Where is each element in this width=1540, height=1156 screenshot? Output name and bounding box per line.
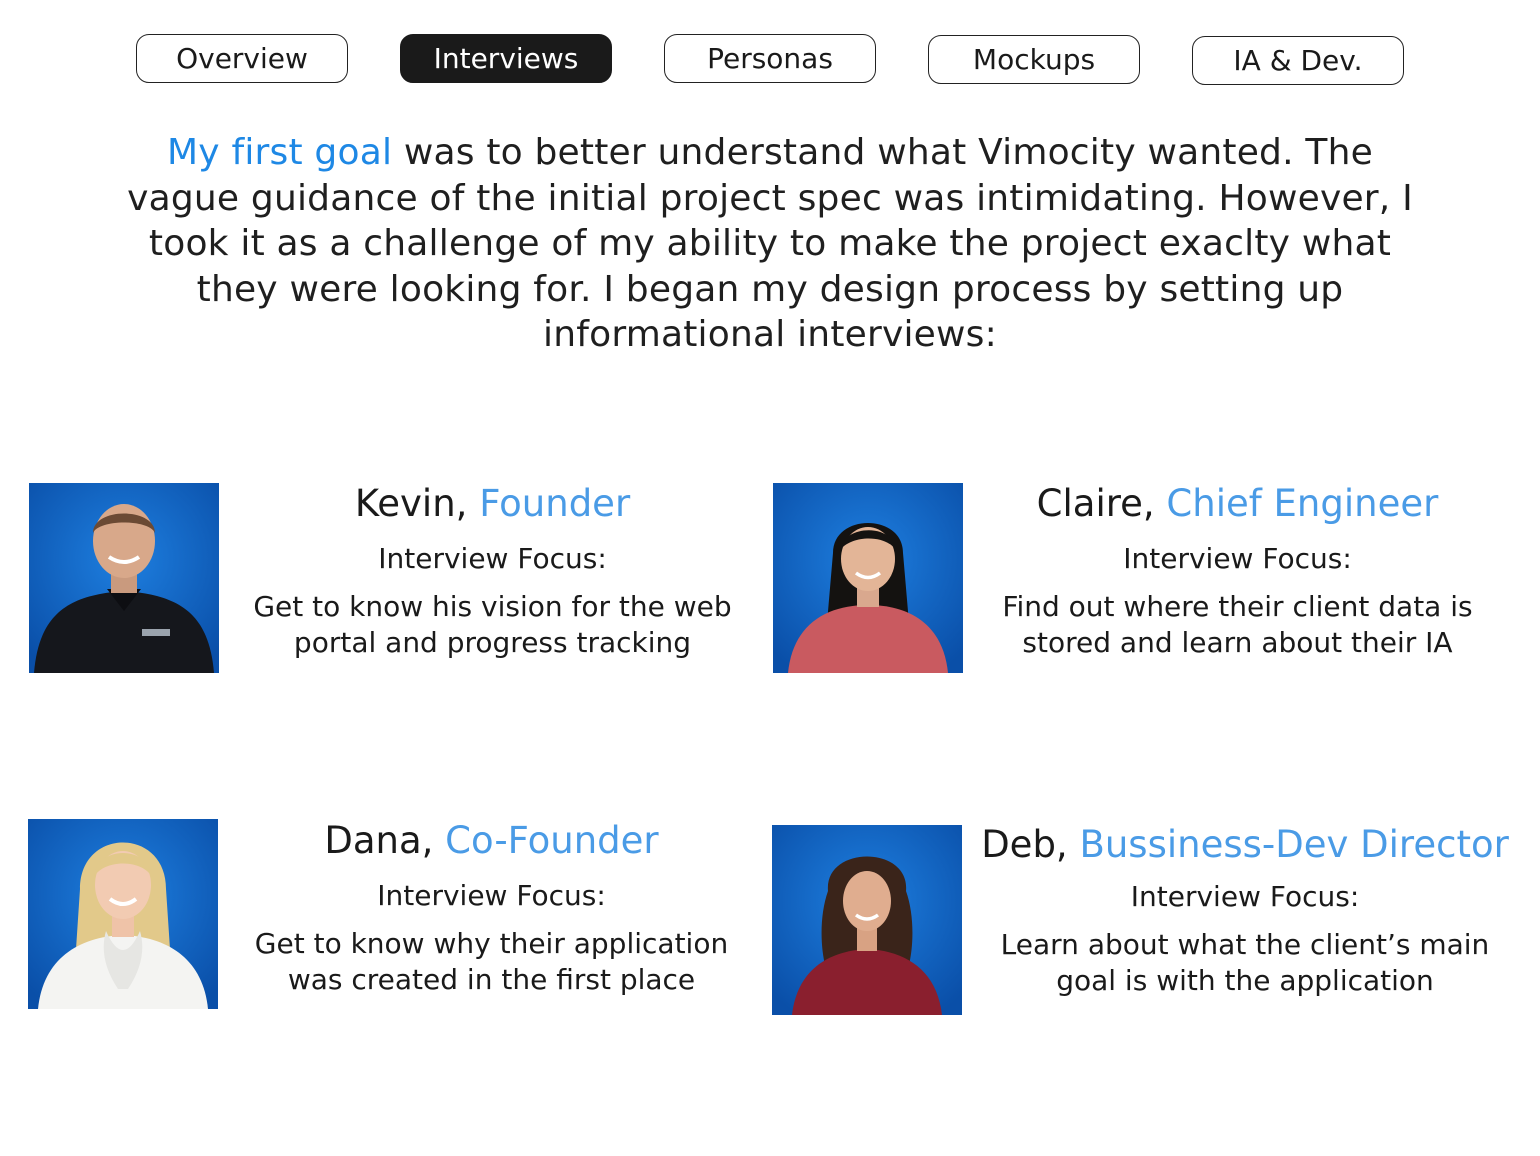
tab-ia-dev[interactable]: IA & Dev. <box>1192 36 1404 85</box>
dana-heading: Dana, Co-Founder <box>229 819 754 863</box>
kevin-photo <box>29 483 219 673</box>
kevin-name: Kevin, <box>354 482 468 525</box>
claire-card: Claire, Chief Engineer Interview Focus: … <box>975 482 1500 661</box>
dana-photo <box>28 819 218 1009</box>
deb-name: Deb, <box>981 823 1068 866</box>
dana-focus: Get to know why their application was cr… <box>254 927 729 996</box>
tab-interviews[interactable]: Interviews <box>400 34 612 83</box>
tab-mockups[interactable]: Mockups <box>928 35 1140 84</box>
dana-role: Co-Founder <box>445 819 659 862</box>
claire-name: Claire, <box>1036 482 1155 525</box>
dana-name: Dana, <box>324 819 434 862</box>
tab-overview[interactable]: Overview <box>136 34 348 83</box>
kevin-heading: Kevin, Founder <box>230 482 755 526</box>
dana-focus-label: Interview Focus: <box>377 879 606 912</box>
intro-highlight: My first goal <box>167 132 393 173</box>
tab-personas[interactable]: Personas <box>664 34 876 83</box>
claire-role: Chief Engineer <box>1166 482 1439 525</box>
deb-role: Bussiness-Dev Director <box>1079 823 1509 866</box>
kevin-focus-label: Interview Focus: <box>378 542 607 575</box>
deb-photo <box>772 825 962 1015</box>
claire-photo <box>773 483 963 673</box>
claire-focus: Find out where their client data is stor… <box>1002 590 1473 659</box>
deb-focus: Learn about what the client’s main goal … <box>1000 928 1490 997</box>
kevin-card: Kevin, Founder Interview Focus: Get to k… <box>230 482 755 661</box>
kevin-role: Founder <box>479 482 631 525</box>
kevin-focus: Get to know his vision for the web porta… <box>253 590 732 659</box>
intro-paragraph: My first goal was to better understand w… <box>110 130 1430 358</box>
deb-focus-label: Interview Focus: <box>1130 880 1360 913</box>
claire-heading: Claire, Chief Engineer <box>975 482 1500 526</box>
deb-heading: Deb, Bussiness-Dev Director <box>975 823 1515 867</box>
claire-focus-label: Interview Focus: <box>1123 542 1352 575</box>
dana-card: Dana, Co-Founder Interview Focus: Get to… <box>229 819 754 998</box>
deb-card: Deb, Bussiness-Dev Director Interview Fo… <box>975 823 1515 999</box>
